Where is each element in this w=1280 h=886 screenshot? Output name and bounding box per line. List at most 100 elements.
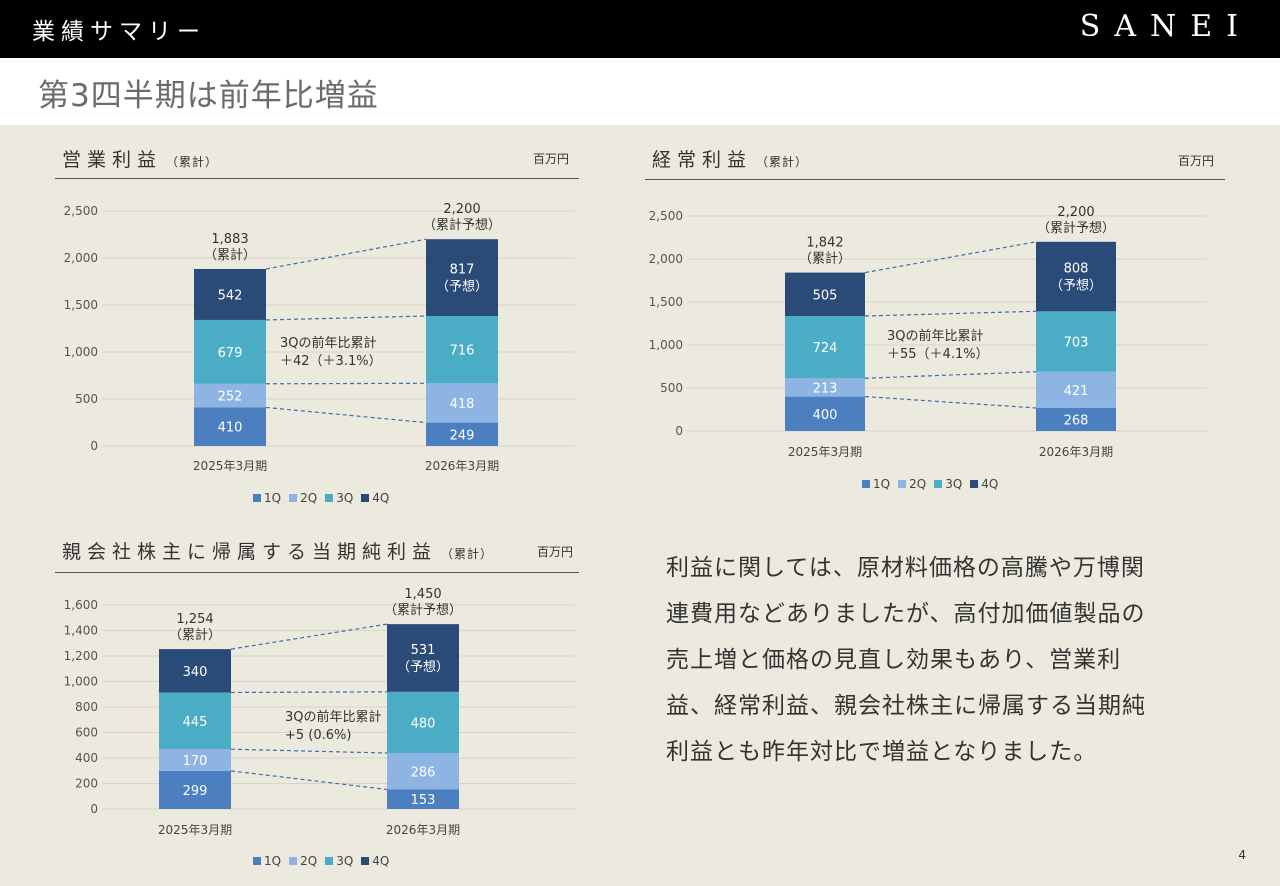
data-label: 531 [411, 643, 436, 658]
y-tick-label: 1,600 [64, 598, 98, 612]
y-tick-label: 800 [75, 700, 98, 714]
ordinary-profit-chart: 0 500 1,000 1,500 2,000 2,500 400 213 724 505 1,84… [649, 205, 1207, 459]
net-profit-chart: 0 200 400 600 800 1,000 1,200 1,400 1,600 299 170 4… [64, 587, 575, 837]
data-label: 679 [218, 346, 243, 361]
connector-line [864, 241, 1037, 274]
net-profit-legend: 1Q 2Q 3Q 4Q [253, 854, 397, 868]
legend-swatch-q2 [898, 480, 907, 488]
data-label: 418 [450, 397, 475, 412]
legend-item-q4: 4Q [970, 477, 998, 491]
operating-profit-legend: 1Q 2Q 3Q 4Q [253, 491, 397, 505]
legend-swatch-q3 [934, 480, 943, 488]
legend-swatch-q4 [361, 857, 370, 865]
y-tick-label: 1,200 [64, 649, 98, 663]
data-label: 213 [813, 381, 838, 396]
data-label: 480 [411, 716, 436, 731]
y-tick-label: 0 [90, 802, 98, 816]
data-label: 716 [450, 344, 475, 359]
data-label: 400 [813, 408, 838, 423]
commentary-text: 利益に関しては、原材料価格の高騰や万博関連費用などありましたが、高付加価値製品の… [666, 555, 1146, 765]
y-tick-label: 200 [75, 777, 98, 791]
data-label: 286 [411, 765, 436, 780]
y-tick-label: 1,400 [64, 624, 98, 638]
net-profit-title: 親会社株主に帰属する当期純利益 （累計） [62, 537, 493, 564]
forecast-label: （予想） [1050, 278, 1102, 294]
section-title: 業績サマリー [32, 19, 206, 45]
legend-item-q2: 2Q [898, 477, 926, 491]
legend-swatch-q1 [253, 857, 261, 865]
data-label: 252 [218, 390, 243, 405]
y-tick-label: 400 [75, 751, 98, 765]
ordinary-profit-unit: 百万円 [1178, 154, 1215, 168]
connector-line [230, 748, 388, 754]
data-label: 170 [183, 754, 208, 769]
connector-line [265, 315, 427, 321]
data-label: 542 [218, 288, 243, 303]
legend-label-q1: 1Q [264, 491, 282, 505]
legend-swatch-q1 [253, 494, 261, 502]
annotation-text: ＋55（＋4.1%） [887, 347, 989, 362]
legend-swatch-q3 [325, 494, 334, 502]
data-label: 421 [1064, 384, 1089, 399]
legend-swatch-q4 [970, 480, 979, 488]
top-bar: 業績サマリー SANEI [0, 0, 1280, 58]
total-label: 1,450 [404, 587, 441, 602]
y-tick-label: 1,000 [649, 338, 683, 352]
legend-label-q2: 2Q [300, 854, 318, 868]
net-profit-title-text: 親会社株主に帰属する当期純利益 [62, 541, 438, 563]
annotation-text: 3Qの前年比累計 [280, 335, 377, 351]
total-label: 2,200 [1057, 205, 1094, 220]
data-label: 268 [1064, 413, 1089, 428]
y-tick-label: 0 [90, 439, 98, 453]
x-tick-label: 2025年3月期 [158, 823, 232, 837]
total-label: 2,200 [443, 202, 480, 217]
data-label: 445 [183, 715, 208, 730]
x-tick-label: 2025年3月期 [788, 445, 862, 459]
data-label: 703 [1064, 336, 1089, 351]
forecast-label: （予想） [397, 659, 449, 675]
legend-label-q1: 1Q [873, 477, 891, 491]
legend-label-q3: 3Q [336, 491, 354, 505]
operating-profit-chart: 0 500 1,000 1,500 2,000 2,500 410 252 679 542 1,88… [64, 202, 575, 473]
operating-profit-rule [55, 178, 579, 179]
legend-swatch-q4 [361, 494, 370, 502]
y-tick-label: 1,500 [649, 295, 683, 309]
legend-swatch-q2 [289, 857, 298, 865]
legend-swatch-q2 [289, 494, 298, 502]
y-tick-label: 2,000 [64, 251, 98, 265]
total-note: （累計予想） [1037, 220, 1115, 236]
data-label: 724 [813, 341, 838, 356]
annotation-text: ＋42（＋3.1%） [280, 354, 382, 369]
x-tick-label: 2026年3月期 [425, 459, 499, 473]
page-headline: 第3四半期は前年比増益 [38, 78, 379, 114]
legend-label-q3: 3Q [336, 854, 354, 868]
annotation-text: +5 (0.6%) [285, 728, 351, 743]
legend-item-q1: 1Q [253, 854, 281, 868]
brand-logo: SANEI [1079, 9, 1252, 44]
connector-line [230, 770, 388, 791]
data-label: 340 [183, 665, 208, 680]
legend-item-q3: 3Q [325, 854, 353, 868]
annotation-text: 3Qの前年比累計 [285, 709, 382, 725]
data-label: 249 [450, 428, 475, 443]
legend-item-q1: 1Q [253, 491, 281, 505]
y-tick-label: 600 [75, 726, 98, 740]
operating-profit-title-text: 営業利益 [62, 149, 163, 171]
total-note: （累計予想） [384, 602, 462, 618]
data-label: 505 [813, 288, 838, 303]
connector-line [864, 371, 1037, 379]
legend-item-q2: 2Q [289, 854, 317, 868]
ordinary-profit-title-text: 経常利益 [652, 149, 753, 171]
y-tick-label: 1,000 [64, 345, 98, 359]
data-label: 410 [218, 421, 243, 436]
forecast-label: （予想） [436, 279, 488, 295]
ordinary-profit-title: 経常利益 （累計） [652, 145, 808, 172]
x-tick-label: 2026年3月期 [386, 823, 460, 837]
net-profit-rule [55, 572, 579, 573]
legend-label-q2: 2Q [909, 477, 927, 491]
legend-item-q4: 4Q [361, 854, 389, 868]
total-note: （累計） [204, 247, 256, 263]
y-tick-label: 2,500 [649, 209, 683, 223]
connector-line [265, 406, 427, 424]
legend-label-q4: 4Q [372, 491, 390, 505]
